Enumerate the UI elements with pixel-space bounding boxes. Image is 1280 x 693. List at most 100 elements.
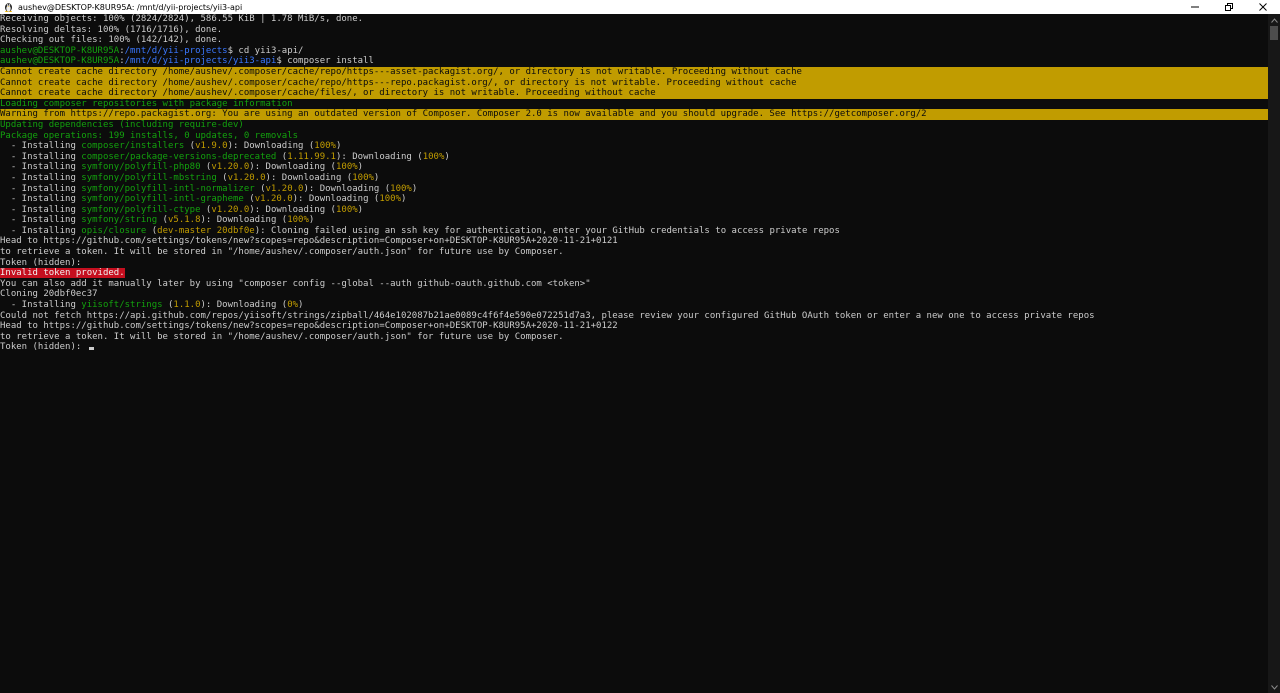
terminal-segment: )	[308, 215, 315, 226]
terminal-window: aushev@DESKTOP-K8UR95A: /mnt/d/yii-proje…	[0, 0, 1280, 693]
terminal-segment: ): Cloning failed using an ssh key for a…	[254, 225, 840, 236]
terminal-segment: (	[146, 225, 158, 236]
terminal-segment: symfony/polyfill-mbstring	[81, 172, 217, 183]
restore-button[interactable]	[1212, 0, 1246, 14]
terminal-segment: )	[357, 162, 364, 173]
terminal-segment: )	[401, 194, 407, 205]
terminal-segment: )	[335, 141, 342, 152]
terminal-line: Invalid token provided.	[0, 268, 1268, 279]
terminal-line: - Installing yiisoft/strings (1.1.0): Do…	[0, 300, 1268, 311]
terminal-line: aushev@DESKTOP-K8UR95A:/mnt/d/yii-projec…	[0, 56, 1268, 67]
terminal-segment: v1.9.0	[195, 141, 228, 152]
terminal-segment: Package operations: 199 installs, 0 upda…	[0, 130, 299, 141]
terminal-segment: Token (hidden):	[0, 342, 87, 353]
terminal-segment: aushev@DESKTOP-K8UR95A	[0, 45, 120, 56]
terminal-segment: 100%	[379, 194, 402, 205]
terminal-segment: Receiving objects: 100% (2824/2824), 586…	[0, 14, 364, 24]
terminal-segment: ): Downloading (	[292, 194, 380, 205]
terminal-segment: v1.20.0	[211, 162, 250, 173]
terminal-segment: (	[243, 194, 255, 205]
terminal-segment: 100%	[287, 215, 309, 226]
terminal-segment: aushev@DESKTOP-K8UR95A	[0, 56, 120, 67]
terminal-segment: )	[411, 183, 418, 194]
terminal-segment: )	[357, 204, 364, 215]
chevron-up-icon	[1270, 17, 1278, 23]
terminal-segment: ): Downloading (	[200, 215, 288, 226]
terminal-segment: (	[216, 172, 228, 183]
terminal-segment: 1.1.0	[173, 300, 201, 311]
terminal-segment: Checking out files: 100% (142/142), done…	[0, 35, 223, 46]
terminal-segment: symfony/polyfill-ctype	[81, 204, 201, 215]
terminal-segment: Invalid token provided.	[0, 268, 125, 279]
terminal-segment: ): Downloading (	[200, 300, 288, 311]
terminal-segment: - Installing	[0, 141, 82, 152]
terminal-segment: to retrieve a token. It will be stored i…	[0, 247, 564, 258]
terminal-segment: )	[298, 300, 304, 311]
scroll-thumb[interactable]	[1270, 26, 1278, 40]
terminal-line: - Installing symfony/string (v5.1.8): Do…	[0, 215, 1268, 226]
terminal-segment: yiisoft/strings	[81, 300, 163, 311]
terminal-segment: symfony/string	[81, 215, 158, 226]
terminal-segment: - Installing	[0, 172, 82, 183]
chevron-down-icon	[1270, 684, 1278, 690]
vertical-scrollbar[interactable]	[1268, 14, 1280, 693]
terminal-line: Cannot create cache directory /home/aush…	[0, 77, 1268, 89]
close-button[interactable]	[1246, 0, 1280, 14]
terminal-segment: (	[162, 300, 174, 311]
terminal-segment: symfony/polyfill-intl-grapheme	[81, 194, 244, 205]
terminal-line: Cloning 20dbf0ec37	[0, 289, 1268, 300]
terminal-segment: Could not fetch https://api.github.com/r…	[0, 310, 1095, 321]
terminal-segment: opis/closure	[81, 225, 147, 236]
terminal-segment: v1.20.0	[254, 194, 293, 205]
terminal-line: You can also add it manually later by us…	[0, 279, 1268, 290]
minimize-button[interactable]	[1178, 0, 1212, 14]
terminal-line: Cannot create cache directory /home/aush…	[0, 66, 1268, 78]
terminal-segment: (	[276, 151, 288, 162]
terminal-segment: 100%	[422, 151, 445, 162]
terminal-segment: v5.1.8	[167, 215, 201, 226]
scroll-up-button[interactable]	[1268, 14, 1280, 26]
terminal-line: - Installing composer/package-versions-d…	[0, 152, 1268, 163]
terminal-segment: (	[184, 141, 196, 152]
terminal-segment: - Installing	[0, 194, 82, 205]
terminal-line: Updating dependencies (including require…	[0, 120, 1268, 131]
terminal-segment: 100%	[314, 141, 336, 152]
terminal-segment: )	[373, 172, 380, 183]
terminal-segment: (	[157, 215, 168, 226]
terminal-line: Checking out files: 100% (142/142), done…	[0, 35, 1268, 46]
terminal-segment: dev-master 20dbf0e	[157, 225, 255, 236]
scroll-down-button[interactable]	[1268, 681, 1280, 693]
terminal-segment: symfony/polyfill-intl-normalizer	[81, 183, 255, 194]
terminal-segment: 100%	[335, 204, 358, 215]
terminal-line: Head to https://github.com/settings/toke…	[0, 236, 1268, 247]
terminal-line: - Installing symfony/polyfill-intl-norma…	[0, 184, 1268, 195]
terminal-output[interactable]: Receiving objects: 100% (2824/2824), 586…	[0, 14, 1268, 693]
terminal-segment: (	[254, 183, 266, 194]
window-title: aushev@DESKTOP-K8UR95A: /mnt/d/yii-proje…	[18, 2, 243, 12]
terminal-line: Cannot create cache directory /home/aush…	[0, 88, 1268, 99]
terminal-line: - Installing symfony/polyfill-php80 (v1.…	[0, 162, 1268, 173]
terminal-segment: - Installing	[0, 204, 82, 215]
terminal-segment: v1.20.0	[265, 183, 304, 194]
terminal-line: - Installing composer/installers (v1.9.0…	[0, 141, 1268, 152]
title-bar[interactable]: aushev@DESKTOP-K8UR95A: /mnt/d/yii-proje…	[0, 0, 1280, 14]
terminal-segment: ): Downloading (	[303, 183, 391, 194]
terminal-segment: - Installing	[0, 215, 82, 226]
terminal-segment: Loading composer repositories with packa…	[0, 98, 293, 109]
terminal-segment: v1.20.0	[211, 204, 250, 215]
terminal-line: - Installing symfony/polyfill-ctype (v1.…	[0, 205, 1268, 216]
terminal-segment: Token (hidden):	[0, 257, 82, 268]
terminal-segment: You can also add it manually later by us…	[0, 278, 591, 289]
terminal-segment: - Installing	[0, 225, 82, 236]
terminal-segment: )	[444, 151, 450, 162]
terminal-line: - Installing opis/closure (dev-master 20…	[0, 226, 1268, 237]
terminal-segment: $ composer install	[276, 56, 374, 67]
terminal-segment: /mnt/d/yii-projects	[124, 45, 228, 56]
terminal-segment: 100%	[352, 172, 374, 183]
terminal-line: to retrieve a token. It will be stored i…	[0, 332, 1268, 343]
terminal-segment: - Installing	[0, 151, 82, 162]
restore-icon	[1225, 3, 1233, 11]
terminal-segment: 1.11.99.1	[287, 151, 336, 162]
terminal-segment: ): Downloading (	[227, 141, 315, 152]
terminal-segment: - Installing	[0, 183, 82, 194]
